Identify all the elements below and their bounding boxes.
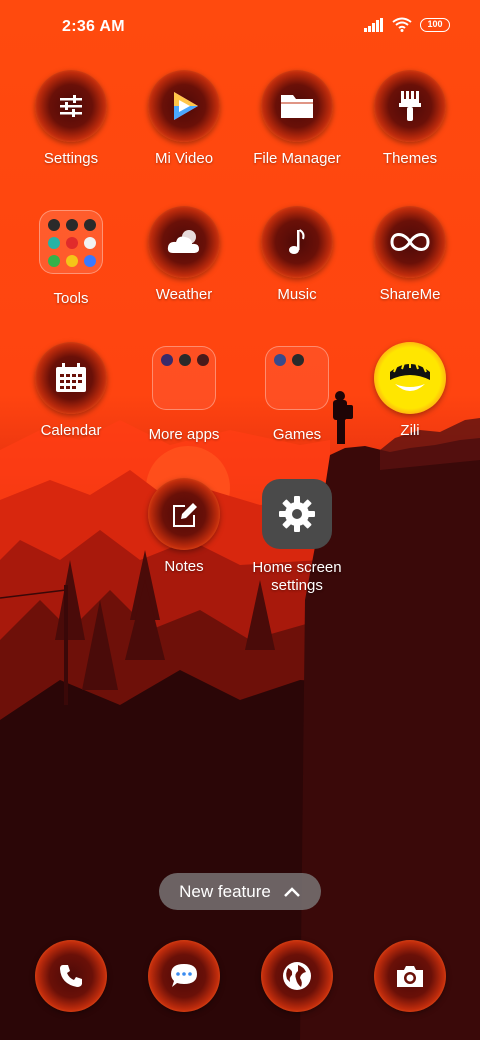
message-icon — [171, 964, 197, 987]
status-time: 2:36 AM — [62, 18, 125, 35]
app-music[interactable]: Music — [237, 206, 357, 304]
app-label: Home screen settings — [252, 559, 342, 594]
compass-icon — [66, 255, 78, 267]
dock-browser[interactable] — [237, 940, 357, 1012]
battery-indicator: 100 — [420, 17, 450, 32]
app-label: Calendar — [40, 422, 102, 439]
mi-remote-icon — [84, 255, 96, 267]
camera-icon — [397, 966, 423, 987]
chevron-up-icon — [283, 886, 300, 897]
app-label: Music — [277, 286, 317, 303]
dock-camera[interactable] — [350, 940, 470, 1012]
app-shareme[interactable]: ShareMe — [350, 206, 470, 304]
play-icon — [174, 92, 198, 120]
screen-recorder-icon — [84, 237, 96, 249]
browser-globe-icon — [283, 962, 311, 990]
status-icons: 100 — [364, 17, 450, 32]
app-mi-video[interactable]: Mi Video — [124, 70, 244, 168]
new-feature-button[interactable]: New feature — [159, 873, 321, 910]
app-label: ShareMe — [379, 286, 441, 303]
calendar-icon — [56, 363, 86, 392]
music-note-icon — [289, 229, 305, 254]
folder-icon — [281, 95, 313, 118]
dock — [0, 940, 480, 1012]
scanner-icon — [48, 237, 60, 249]
zili-icon — [390, 362, 430, 391]
clock-icon — [48, 219, 60, 231]
app-label: Settings — [43, 150, 99, 167]
signal-icon — [364, 17, 383, 32]
recorder-icon — [66, 237, 78, 249]
cloud-icon — [167, 230, 199, 253]
folder-label: Tools — [53, 290, 89, 307]
app-label: Notes — [164, 558, 204, 575]
wifi-icon — [392, 17, 412, 32]
app-label: Zili — [400, 422, 420, 439]
dock-phone[interactable] — [11, 940, 131, 1012]
game-icon — [292, 354, 304, 366]
folder-games[interactable]: Games — [237, 342, 357, 444]
status-bar: 2:36 AM 100 — [0, 0, 480, 56]
app-zili[interactable]: Zili — [350, 342, 470, 440]
app-weather[interactable]: Weather — [124, 206, 244, 304]
folder-more-apps[interactable]: More apps — [124, 342, 244, 444]
phone-icon — [60, 965, 82, 987]
gear-icon — [279, 496, 315, 532]
game-icon — [274, 354, 286, 366]
app-label: Mi Video — [154, 150, 214, 167]
app-home-screen-settings[interactable]: Home screen settings — [237, 478, 357, 595]
app-settings[interactable]: Settings — [11, 70, 131, 168]
app-themes[interactable]: Themes — [350, 70, 470, 168]
wps-office-icon — [197, 354, 209, 366]
new-feature-label: New feature — [179, 881, 271, 901]
app-label: Weather — [155, 286, 213, 303]
app-label: Themes — [382, 150, 438, 167]
app-file-manager[interactable]: File Manager — [237, 70, 357, 168]
app-calendar[interactable]: Calendar — [11, 342, 131, 440]
folder-tools[interactable]: Tools — [11, 206, 131, 308]
infinity-icon — [390, 233, 430, 251]
timer-icon — [84, 219, 96, 231]
folder-label: More apps — [148, 426, 220, 443]
edit-icon — [173, 503, 197, 527]
brush-icon — [399, 91, 421, 121]
cleaner-icon — [48, 255, 60, 267]
app-label: File Manager — [253, 150, 341, 167]
sliders-icon — [60, 95, 82, 117]
email-icon — [161, 354, 173, 366]
folder-label: Games — [272, 426, 322, 443]
calculator-icon — [66, 219, 78, 231]
dock-messages[interactable] — [124, 940, 244, 1012]
facebook-icon — [179, 354, 191, 366]
app-notes[interactable]: Notes — [124, 478, 244, 576]
